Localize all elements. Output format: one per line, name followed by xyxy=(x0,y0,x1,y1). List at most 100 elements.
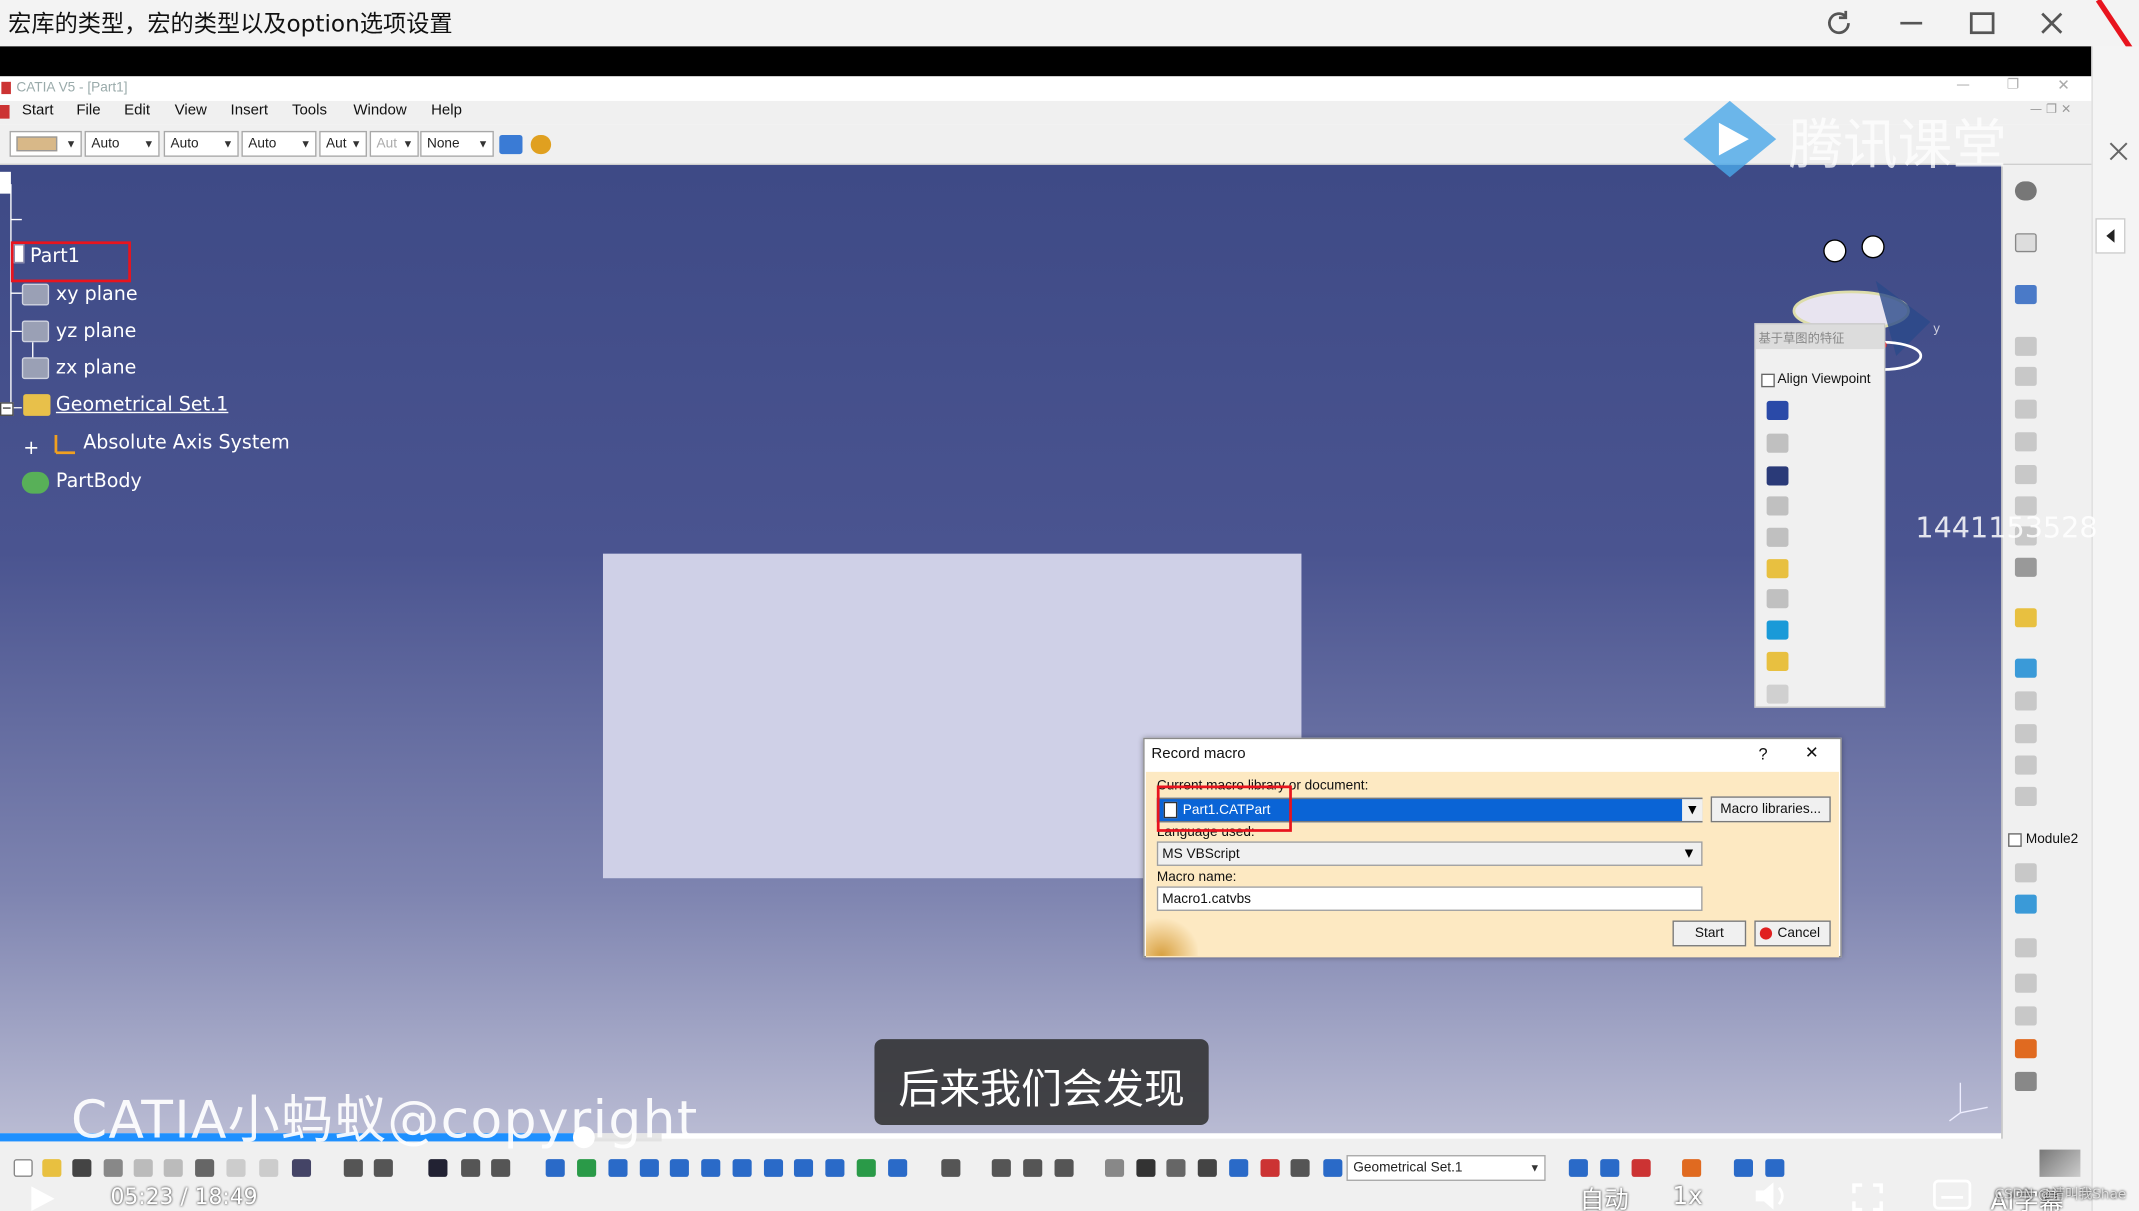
tree-root-part1[interactable]: Part1 xyxy=(30,245,80,267)
catia-close-icon[interactable]: ✕ xyxy=(2057,76,2070,94)
collapse-arrow-icon[interactable] xyxy=(2095,218,2126,254)
catia-minimize-icon[interactable]: — xyxy=(1956,78,1970,93)
start-button[interactable]: Start xyxy=(1672,920,1747,947)
tree-item-partbody[interactable]: PartBody xyxy=(56,470,142,492)
apply-material-icon[interactable] xyxy=(2014,1039,2037,1059)
mirror-icon[interactable] xyxy=(2014,724,2037,744)
rotate-icon[interactable] xyxy=(639,1159,659,1177)
3d-viewport[interactable]: Part1 xy plane yz plane zx plane − Geome… xyxy=(0,165,2002,1134)
painter-icon[interactable] xyxy=(499,135,523,155)
line-thickness-combo[interactable]: Auto ▼ xyxy=(163,130,239,157)
menu-help[interactable]: Help xyxy=(431,102,462,118)
analysis-icon[interactable] xyxy=(2014,1071,2037,1091)
print-icon[interactable] xyxy=(103,1159,123,1177)
normal-view-icon[interactable] xyxy=(732,1159,752,1177)
tree-item-zx-plane[interactable]: zx plane xyxy=(56,357,136,379)
swap-space-icon[interactable] xyxy=(888,1159,908,1177)
catalog-browser-icon[interactable] xyxy=(1765,1159,1785,1177)
new-icon[interactable] xyxy=(13,1159,33,1177)
grid-icon[interactable] xyxy=(1197,1159,1217,1177)
fit-all-icon[interactable] xyxy=(577,1159,597,1177)
point-icon[interactable] xyxy=(1229,1159,1249,1177)
fullscreen-icon[interactable] xyxy=(1851,1182,1884,1211)
measure-between-icon[interactable] xyxy=(991,1159,1011,1177)
menu-insert[interactable]: Insert xyxy=(231,102,269,118)
tree-item-geometrical-set[interactable]: Geometrical Set.1 xyxy=(56,394,228,416)
annotation-icon[interactable] xyxy=(2014,938,2037,958)
cancel-button[interactable]: Cancel xyxy=(1754,920,1831,947)
macro-name-input[interactable]: Macro1.catvbs xyxy=(1156,886,1703,911)
shaft-tool-icon[interactable] xyxy=(1766,466,1789,486)
pocket-icon[interactable] xyxy=(2014,366,2037,386)
cube-icon[interactable] xyxy=(2014,658,2037,678)
table-icon[interactable] xyxy=(428,1159,448,1177)
sketch-icon[interactable] xyxy=(2014,285,2037,305)
scale-icon[interactable] xyxy=(2014,786,2037,806)
formula-icon[interactable] xyxy=(343,1159,363,1177)
refresh-icon[interactable] xyxy=(1803,0,1874,46)
remove-loft-tool-icon[interactable] xyxy=(1766,684,1789,704)
groove-icon[interactable] xyxy=(2014,432,2037,452)
flag-note-icon[interactable] xyxy=(2014,1006,2037,1026)
play-icon[interactable] xyxy=(27,1184,57,1211)
speed-button[interactable]: 1x xyxy=(1673,1182,1703,1211)
zoom-out-icon[interactable] xyxy=(701,1159,721,1177)
align-viewpoint-checkbox[interactable] xyxy=(1761,373,1775,388)
mass-icon[interactable] xyxy=(1054,1159,1074,1177)
color-combo[interactable]: ▼ xyxy=(9,130,82,157)
ai-caption-icon[interactable] xyxy=(1932,1178,1973,1211)
tree-item-absolute-axis-system[interactable]: Absolute Axis System xyxy=(83,432,289,454)
constraint-icon[interactable] xyxy=(2014,863,2037,883)
stiffener-icon[interactable] xyxy=(2014,557,2037,577)
menu-window[interactable]: Window xyxy=(353,102,406,118)
pattern-icon[interactable] xyxy=(2014,755,2037,775)
multi-view-icon[interactable] xyxy=(763,1159,784,1177)
save-icon[interactable] xyxy=(72,1159,92,1177)
measure-item-icon[interactable] xyxy=(1023,1159,1043,1177)
undo-icon[interactable] xyxy=(226,1159,246,1177)
line-type-combo[interactable]: Auto ▼ xyxy=(241,130,317,157)
redo-icon[interactable] xyxy=(259,1159,279,1177)
pocket-tool-icon[interactable] xyxy=(1766,433,1789,453)
pad-icon[interactable] xyxy=(2014,336,2037,356)
doc-window-controls[interactable]: — ❐ ✕ xyxy=(2030,104,2071,118)
axis-icon[interactable] xyxy=(1166,1159,1186,1177)
wireframe-icon[interactable] xyxy=(1105,1159,1125,1177)
knowledge-icon[interactable] xyxy=(373,1159,393,1177)
hide-show-icon[interactable] xyxy=(856,1159,876,1177)
language-select[interactable]: MS VBScript ▼ xyxy=(1156,841,1703,866)
graphic-properties-icon[interactable] xyxy=(530,135,552,155)
groove-tool-icon[interactable] xyxy=(1766,496,1789,516)
menu-view[interactable]: View xyxy=(175,102,207,118)
tree-item-yz-plane[interactable]: yz plane xyxy=(56,320,136,342)
current-set-combo[interactable]: Geometrical Set.1 ▼ xyxy=(1346,1155,1546,1181)
shaft-icon[interactable] xyxy=(2014,399,2037,419)
layer-combo[interactable]: None ▼ xyxy=(420,130,494,157)
transform-icon[interactable] xyxy=(2014,691,2037,711)
publish-icon[interactable] xyxy=(1733,1159,1753,1177)
menu-start[interactable]: Start xyxy=(22,102,54,118)
hole-icon[interactable] xyxy=(2014,465,2037,485)
transparency-combo[interactable]: Auto ▼ xyxy=(84,130,160,157)
iso-view-icon[interactable] xyxy=(793,1159,814,1177)
side-close-icon[interactable] xyxy=(2106,139,2131,164)
ordered-set-icon[interactable] xyxy=(1631,1159,1651,1177)
expand-icon[interactable]: + xyxy=(23,438,39,460)
sphere-icon[interactable] xyxy=(1136,1159,1156,1177)
cut-icon[interactable] xyxy=(133,1159,153,1177)
collapse-icon[interactable]: − xyxy=(0,402,14,416)
pan-icon[interactable] xyxy=(608,1159,628,1177)
select-arrow-icon[interactable] xyxy=(2014,233,2037,253)
insert-set-icon[interactable] xyxy=(1600,1159,1620,1177)
pad-tool-icon[interactable] xyxy=(1766,400,1789,421)
paste-icon[interactable] xyxy=(195,1159,215,1177)
material-icon[interactable] xyxy=(1682,1159,1702,1177)
measure-icon[interactable] xyxy=(2014,894,2037,914)
dialog-help-button[interactable]: ? xyxy=(1758,745,1767,764)
menu-edit[interactable]: Edit xyxy=(124,102,150,118)
multi-pad-tool-icon[interactable] xyxy=(1766,651,1789,671)
menu-file[interactable]: File xyxy=(76,102,100,118)
maximize-icon[interactable] xyxy=(1947,0,2018,46)
zoom-in-icon[interactable] xyxy=(669,1159,689,1177)
tree-item-xy-plane[interactable]: xy plane xyxy=(56,284,138,306)
